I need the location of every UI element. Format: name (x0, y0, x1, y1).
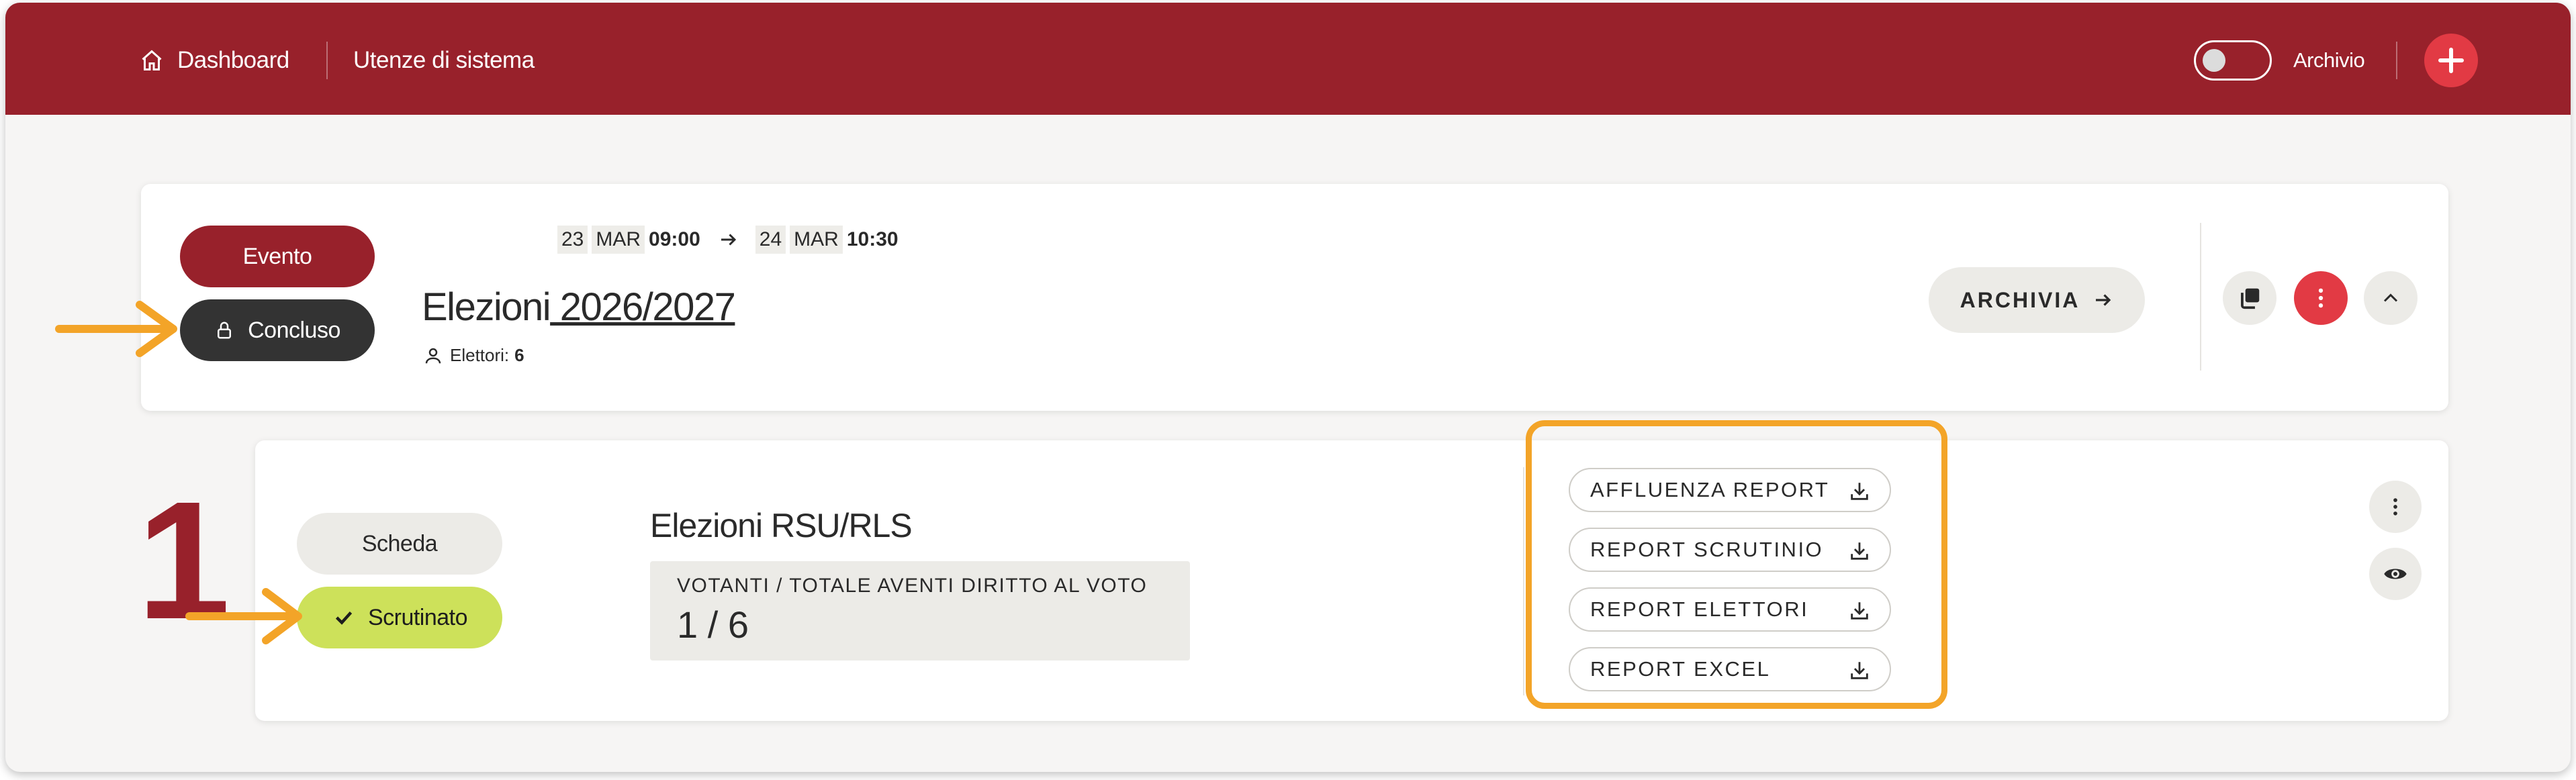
event-more-button[interactable] (2294, 271, 2348, 325)
voters-label: Elettori: (450, 345, 510, 365)
ballot-more-button[interactable] (2369, 481, 2422, 533)
copy-icon (2241, 288, 2260, 309)
archive-toggle-label: Archivio (2293, 48, 2365, 72)
nav-dashboard[interactable]: Dashboard (140, 40, 289, 81)
event-title: Elezioni 2026/2027 (422, 285, 736, 330)
start-time: 09:00 (649, 228, 700, 250)
nav-divider (2396, 42, 2397, 79)
start-month: MAR (592, 226, 645, 254)
nav-system-users[interactable]: Utenze di sistema (353, 40, 535, 81)
end-month: MAR (790, 226, 843, 254)
check-icon (335, 611, 353, 625)
duplicate-button[interactable] (2223, 271, 2276, 325)
archive-button-label: ARCHIVIA (1960, 287, 2080, 312)
eye-icon (2384, 569, 2407, 579)
archive-button[interactable]: ARCHIVIA (1929, 267, 2145, 333)
ballot-type-badge: Scheda (297, 513, 502, 575)
archive-toggle[interactable] (2194, 40, 2272, 81)
arrow-annotation (185, 588, 302, 644)
plus-icon (2438, 48, 2464, 73)
top-navbar: Dashboard Utenze di sistema Archivio (5, 3, 2571, 115)
arrow-right-icon (2096, 294, 2111, 306)
nav-system-users-label: Utenze di sistema (353, 47, 535, 73)
event-status-label: Concluso (248, 317, 340, 343)
turnout-value: 1 / 6 (677, 603, 749, 646)
ballot-status-label: Scrutinato (367, 604, 468, 630)
ballot-card: Scheda Scrutinato Elezioni RSU/RLS VOTAN… (255, 440, 2448, 721)
ballot-status-badge: Scrutinato (297, 587, 502, 648)
chevron-up-icon (2383, 293, 2398, 302)
user-icon (425, 348, 441, 363)
turnout-label: VOTANTI / TOTALE AVENTI DIRITTO AL VOTO (677, 575, 1148, 597)
lock-icon (218, 322, 232, 339)
preview-button[interactable] (2369, 548, 2422, 600)
arrow-annotation (55, 301, 177, 357)
end-time: 10:30 (846, 228, 899, 250)
voters-count: 6 (514, 345, 524, 365)
event-status-badge: Concluso (180, 299, 375, 361)
card-divider (1523, 467, 1524, 695)
event-type-badge: Evento (180, 226, 375, 287)
turnout-box: VOTANTI / TOTALE AVENTI DIRITTO AL VOTO … (650, 561, 1190, 661)
more-vertical-icon (2393, 498, 2397, 516)
ballot-title: Elezioni RSU/RLS (650, 507, 913, 544)
more-vertical-icon (2318, 288, 2324, 308)
highlight-box (1526, 420, 1947, 709)
nav-dashboard-label: Dashboard (177, 47, 289, 73)
event-voters: Elettori: 6 (423, 345, 524, 366)
toggle-knob (2203, 49, 2225, 72)
nav-divider (326, 42, 328, 79)
collapse-button[interactable] (2364, 271, 2418, 325)
event-title-link[interactable]: 2026/2027 (550, 285, 736, 329)
event-datetime: 23 MAR 09:00 24 MAR 10:30 (557, 226, 899, 254)
end-day: 24 (755, 226, 786, 254)
event-title-text: Elezioni (422, 285, 551, 329)
event-card: Evento Concluso 23 MAR 09:00 24 MAR 10:3… (141, 184, 2448, 411)
start-day: 23 (557, 226, 588, 254)
app-window: Dashboard Utenze di sistema Archivio Eve… (5, 3, 2571, 772)
add-button[interactable] (2424, 34, 2478, 87)
card-divider (2200, 223, 2201, 371)
arrow-right-icon (721, 234, 736, 246)
home-icon (140, 48, 164, 72)
